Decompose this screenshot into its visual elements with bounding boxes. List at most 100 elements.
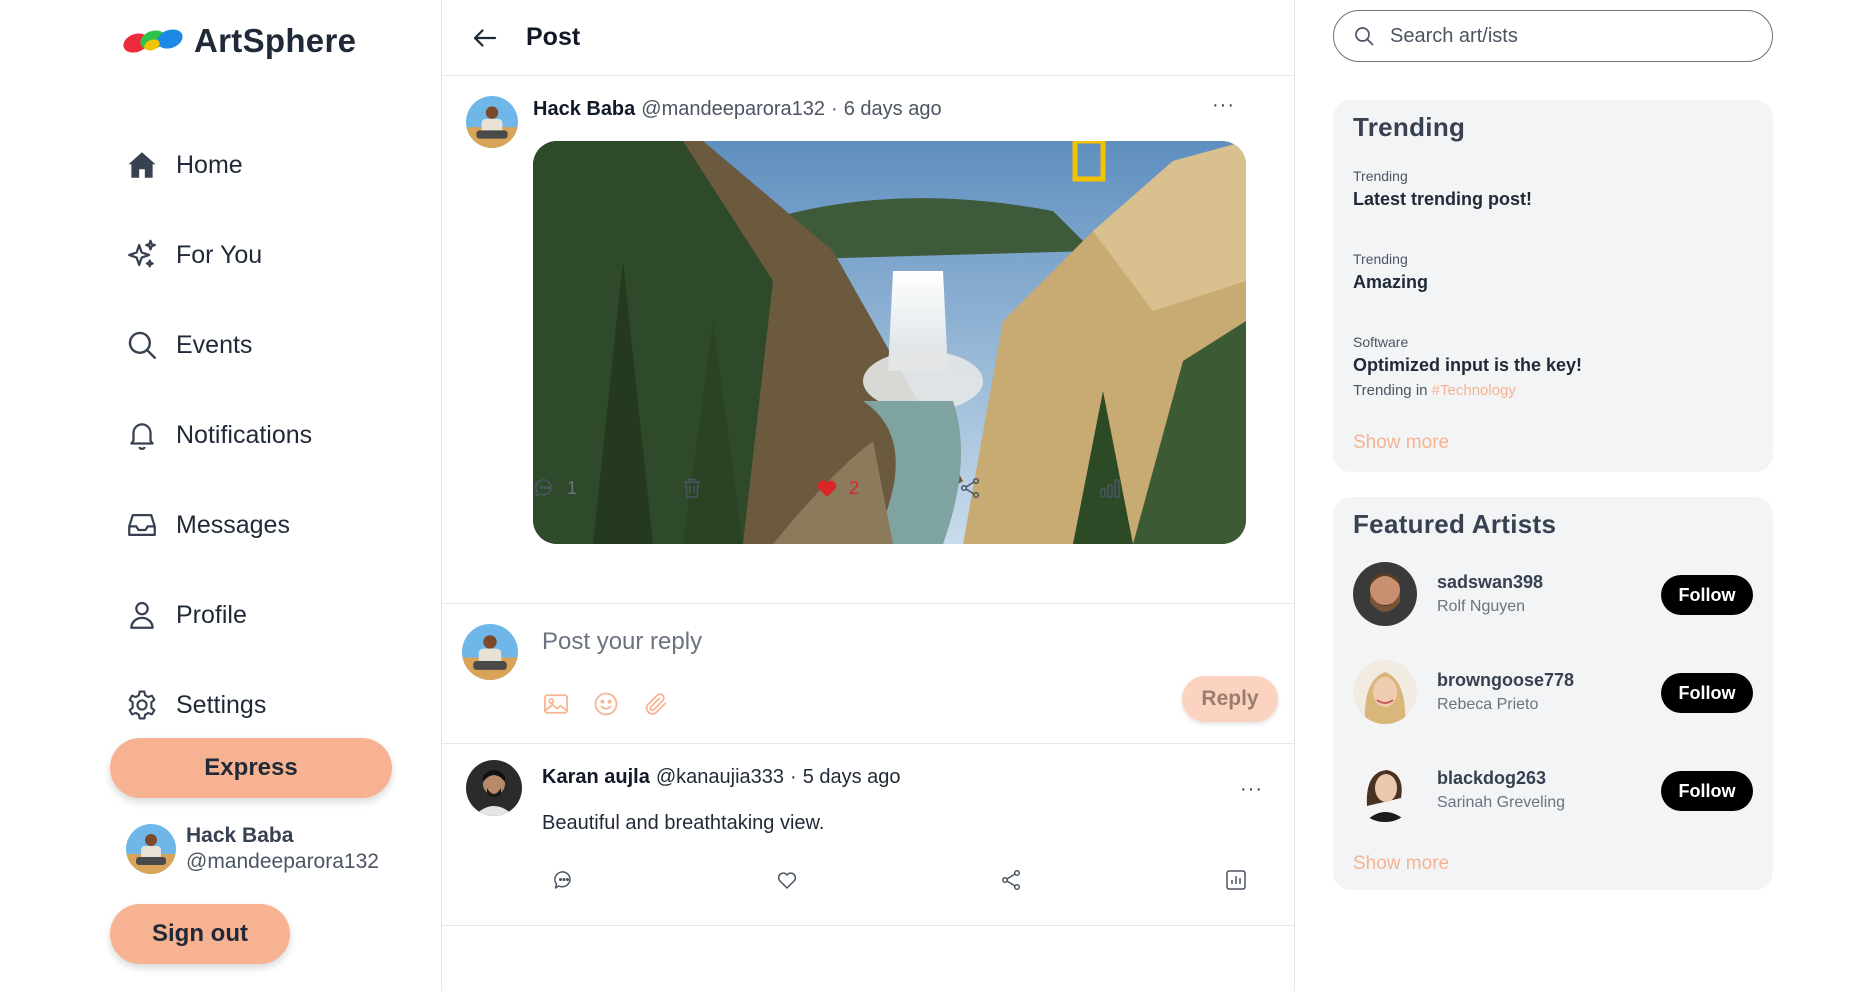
reply-tools	[542, 690, 692, 718]
featured-show-more[interactable]: Show more	[1353, 853, 1449, 875]
stats-action[interactable]	[1098, 476, 1122, 500]
nav-profile[interactable]: Profile	[124, 570, 312, 660]
comment-icon	[535, 479, 552, 497]
share-action[interactable]	[958, 476, 982, 500]
trending-subtitle: Trending in #Technology	[1353, 382, 1582, 399]
reply-avatar	[462, 624, 518, 680]
comment-author-name[interactable]: Karan aujla	[542, 766, 650, 789]
featured-title: Featured Artists	[1353, 509, 1557, 539]
comment-reply-action[interactable]	[552, 868, 576, 892]
nav-home[interactable]: Home	[124, 120, 312, 210]
comment-item: Karan aujla @kanaujia333 · 5 days ago ··…	[442, 744, 1294, 926]
reply-composer: Reply	[442, 604, 1294, 744]
heart-icon	[817, 480, 837, 497]
trending-item[interactable]: Trending Latest trending post!	[1353, 168, 1532, 210]
trending-category: Trending	[1353, 251, 1408, 267]
comment-like-action[interactable]	[775, 868, 799, 892]
express-button[interactable]: Express	[110, 738, 392, 798]
nav-settings-label: Settings	[176, 690, 267, 719]
comment-meta: Karan aujla @kanaujia333 · 5 days ago	[542, 766, 901, 789]
like-count: 2	[849, 477, 860, 498]
nav-events-label: Events	[176, 330, 253, 359]
comment-share-action[interactable]	[999, 868, 1023, 892]
bell-icon	[124, 417, 160, 453]
share-icon	[960, 477, 980, 499]
nav-home-label: Home	[176, 150, 243, 179]
meta-separator: ·	[831, 98, 838, 120]
comment-author-handle[interactable]: @kanaujia333	[656, 766, 784, 789]
back-arrow-icon[interactable]	[470, 23, 500, 53]
search-input[interactable]	[1390, 24, 1750, 48]
trending-topic: Optimized input is the key!	[1353, 355, 1583, 375]
nav-events[interactable]: Events	[124, 300, 312, 390]
post-author-name[interactable]: Hack Baba	[533, 98, 635, 121]
main-nav: Home For You Events Notifications Messag…	[124, 120, 312, 750]
post-header: Post	[442, 0, 1294, 76]
search-icon	[1355, 27, 1374, 46]
trending-topic: Latest trending post!	[1353, 189, 1532, 209]
nav-for-you[interactable]: For You	[124, 210, 312, 300]
search-bar[interactable]	[1333, 10, 1773, 62]
search-icon	[124, 327, 160, 363]
post-image[interactable]	[533, 141, 1246, 544]
artist-username: sadswan398	[1437, 572, 1544, 592]
image-icon[interactable]	[542, 690, 570, 718]
comment-action[interactable]: 1	[533, 476, 577, 500]
page-title: Post	[526, 23, 581, 51]
post-meta: Hack Baba @mandeeparora132 · 6 days ago	[533, 98, 942, 121]
artist-row[interactable]: sadswan398 Rolf Nguyen Follow	[1353, 562, 1753, 626]
trending-panel: Trending Trending Latest trending post! …	[1333, 100, 1773, 472]
app-logo[interactable]: ArtSphere	[122, 22, 356, 60]
reply-input[interactable]	[542, 622, 1192, 662]
like-action[interactable]: 2	[815, 476, 859, 500]
post-author-avatar[interactable]	[466, 96, 518, 148]
comment-icon	[554, 871, 571, 889]
emoji-icon[interactable]	[592, 690, 620, 718]
trending-category: Software	[1353, 334, 1409, 350]
meta-separator: ·	[790, 766, 797, 788]
logo-icon	[123, 29, 183, 53]
trending-show-more[interactable]: Show more	[1353, 432, 1449, 454]
current-user-name: Hack Baba	[186, 824, 294, 847]
trash-icon	[684, 478, 700, 498]
nav-notifications-label: Notifications	[176, 420, 313, 449]
artist-username: blackdog263	[1437, 768, 1547, 788]
artist-row[interactable]: browngoose778 Rebeca Prieto Follow	[1353, 660, 1753, 724]
current-user[interactable]: Hack Baba @mandeeparora132	[126, 824, 379, 874]
right-sidebar: Trending Trending Latest trending post! …	[1333, 0, 1783, 991]
trending-item[interactable]: Software Optimized input is the key! Tre…	[1353, 334, 1582, 399]
more-options-icon[interactable]: ···	[1212, 94, 1235, 117]
user-icon	[124, 597, 160, 633]
nav-for-you-label: For You	[176, 240, 263, 269]
comment-text: Beautiful and breathtaking view.	[542, 812, 825, 834]
artist-avatar	[1353, 660, 1417, 724]
left-sidebar: ArtSphere Home For You Events Notificati…	[0, 0, 442, 991]
main-post: Hack Baba @mandeeparora132 · 6 days ago …	[442, 76, 1294, 604]
follow-button[interactable]: Follow	[1661, 673, 1753, 713]
paperclip-icon[interactable]	[642, 690, 670, 718]
nav-messages[interactable]: Messages	[124, 480, 312, 570]
post-author-handle[interactable]: @mandeeparora132	[641, 98, 825, 121]
follow-button[interactable]: Follow	[1661, 771, 1753, 811]
artist-name: Rebeca Prieto	[1437, 696, 1539, 713]
trending-item[interactable]: Trending Amazing	[1353, 251, 1428, 293]
artist-row[interactable]: blackdog263 Sarinah Greveling Follow	[1353, 758, 1753, 822]
sign-out-button[interactable]: Sign out	[110, 904, 290, 964]
comment-author-avatar[interactable]	[466, 760, 522, 816]
artist-name: Sarinah Greveling	[1437, 794, 1566, 811]
comment-more-options-icon[interactable]: ···	[1240, 778, 1263, 801]
nav-notifications[interactable]: Notifications	[124, 390, 312, 480]
current-user-handle: @mandeeparora132	[186, 850, 379, 873]
follow-button[interactable]: Follow	[1661, 575, 1753, 615]
inbox-icon	[124, 507, 160, 543]
stats-icon	[1226, 870, 1246, 890]
reply-button[interactable]: Reply	[1182, 676, 1278, 722]
delete-action[interactable]	[680, 476, 704, 500]
comment-stats-action[interactable]	[1224, 868, 1248, 892]
artist-name: Rolf Nguyen	[1437, 598, 1526, 615]
comment-count: 1	[567, 477, 578, 498]
nav-settings[interactable]: Settings	[124, 660, 312, 750]
share-icon	[1001, 869, 1021, 891]
post-time: 6 days ago	[843, 98, 942, 120]
trending-tag[interactable]: #Technology	[1432, 382, 1516, 399]
